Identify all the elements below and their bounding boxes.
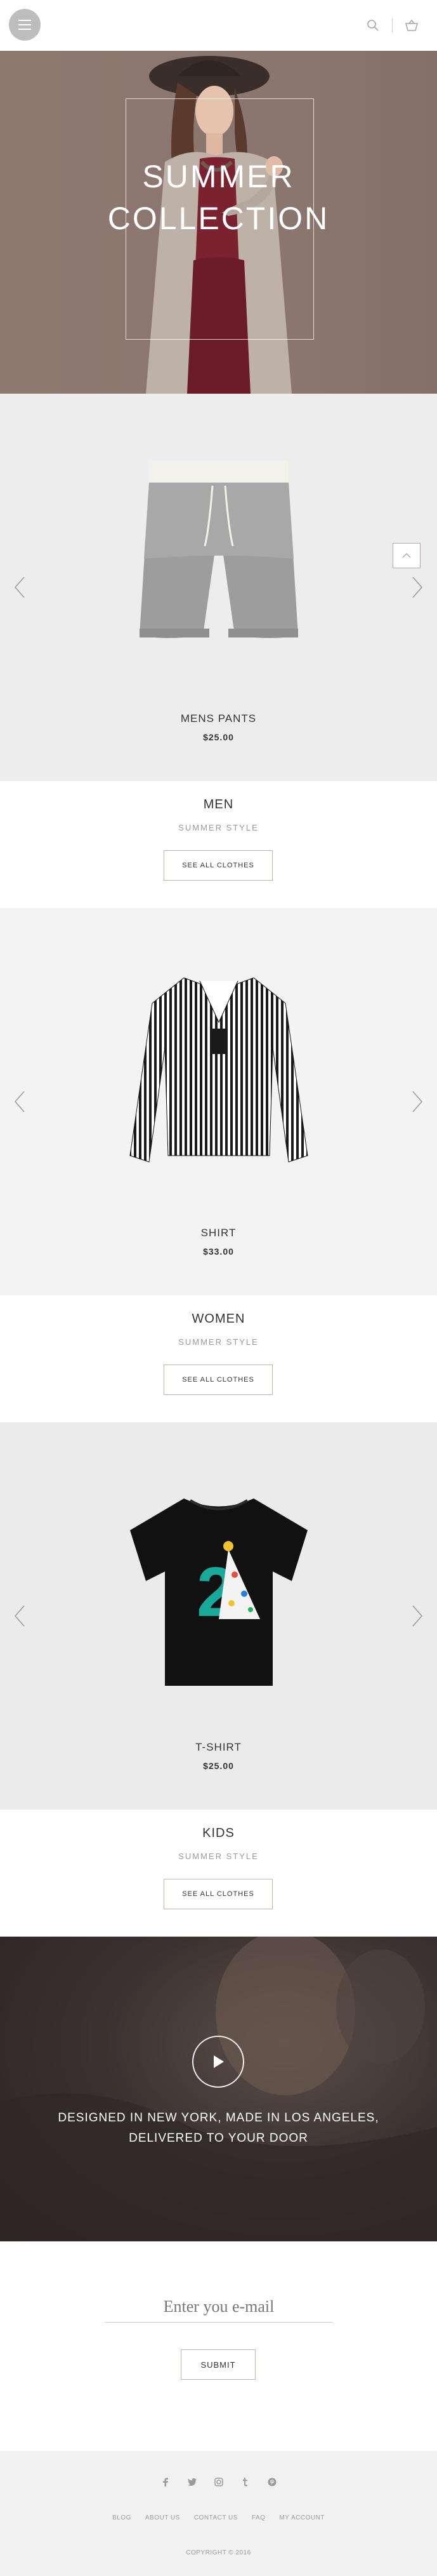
product-price: $25.00 [203, 732, 234, 742]
site-footer: BLOG ABOUT US CONTACT US FAQ MY ACCOUNT … [0, 2451, 437, 2576]
footer-link-about[interactable]: ABOUT US [145, 2514, 180, 2521]
product-image-pants[interactable] [124, 451, 314, 667]
submit-button[interactable]: SUBMIT [181, 2349, 256, 2380]
category-kids: KIDS SUMMER STYLE SEE ALL CLOTHES [0, 1810, 437, 1937]
slider-prev-arrow[interactable] [13, 575, 28, 600]
category-women: WOMEN SUMMER STYLE SEE ALL CLOTHES [0, 1295, 437, 1422]
footer-links: BLOG ABOUT US CONTACT US FAQ MY ACCOUNT [0, 2514, 437, 2521]
product-name[interactable]: T-SHIRT [0, 1741, 437, 1754]
hamburger-icon-bar [18, 29, 31, 30]
category-title: WOMEN [192, 1312, 245, 1326]
header-actions [365, 18, 419, 33]
slider-prev-arrow[interactable] [13, 1603, 28, 1629]
basket-icon[interactable] [404, 18, 419, 33]
copyright-text: COPYRIGHT © 2016 [186, 2549, 251, 2556]
product-image-tshirt[interactable]: 2 [124, 1479, 314, 1695]
hero-title-line1: SUMMER [142, 159, 295, 194]
footer-link-blog[interactable]: BLOG [112, 2514, 131, 2521]
slider-prev-arrow[interactable] [13, 1089, 28, 1114]
video-tagline: DESIGNED IN NEW YORK, MADE IN LOS ANGELE… [58, 2111, 379, 2145]
instagram-icon[interactable] [214, 2477, 224, 2487]
slider-next-arrow[interactable] [409, 1603, 424, 1629]
hero-title: SUMMER COLLECTION [0, 156, 437, 239]
product-name[interactable]: SHIRT [0, 1227, 437, 1239]
product-name[interactable]: MENS PANTS [0, 712, 437, 725]
hero-banner: SUMMER COLLECTION [0, 51, 437, 394]
hamburger-menu-button[interactable] [9, 9, 41, 41]
category-subtitle: SUMMER STYLE [178, 1337, 259, 1347]
see-all-clothes-button[interactable]: SEE ALL CLOTHES [164, 1365, 273, 1395]
site-header [0, 0, 437, 51]
header-divider [392, 18, 393, 32]
hamburger-icon-bar [18, 20, 31, 21]
product-price: $25.00 [203, 1761, 234, 1771]
category-men: MEN SUMMER STYLE SEE ALL CLOTHES [0, 781, 437, 908]
product-slider-kids: 2 T-SHIRT $25.00 [0, 1422, 437, 1810]
footer-link-faq[interactable]: FAQ [252, 2514, 266, 2521]
play-icon [214, 2055, 224, 2068]
hero-title-line2: COLLECTION [107, 201, 330, 236]
video-banner: DESIGNED IN NEW YORK, MADE IN LOS ANGELE… [0, 1937, 437, 2241]
email-field[interactable] [105, 2291, 333, 2323]
video-overlay [0, 1937, 437, 2241]
social-links [0, 2477, 437, 2487]
scroll-to-top-button[interactable] [393, 543, 421, 568]
category-title: MEN [203, 797, 234, 811]
category-title: KIDS [202, 1826, 235, 1840]
product-price: $33.00 [203, 1246, 234, 1257]
see-all-clothes-button[interactable]: SEE ALL CLOTHES [164, 1879, 273, 1909]
product-slider-women: SHIRT $33.00 [0, 908, 437, 1295]
see-all-clothes-button[interactable]: SEE ALL CLOTHES [164, 850, 273, 881]
product-slider-men: MENS PANTS $25.00 [0, 394, 437, 781]
pinterest-icon[interactable] [267, 2477, 277, 2487]
hamburger-icon-bar [18, 24, 31, 25]
footer-link-contact[interactable]: CONTACT US [194, 2514, 238, 2521]
product-image-shirt[interactable] [124, 965, 314, 1181]
subscribe-section: SUBMIT [0, 2241, 437, 2451]
facebook-icon[interactable] [160, 2477, 171, 2487]
category-subtitle: SUMMER STYLE [178, 1852, 259, 1861]
twitter-icon[interactable] [187, 2477, 197, 2487]
tumblr-icon[interactable] [240, 2477, 251, 2487]
search-icon[interactable] [365, 18, 381, 33]
slider-next-arrow[interactable] [409, 575, 424, 600]
play-button[interactable] [192, 2036, 244, 2088]
slider-next-arrow[interactable] [409, 1089, 424, 1114]
category-subtitle: SUMMER STYLE [178, 823, 259, 832]
footer-link-account[interactable]: MY ACCOUNT [279, 2514, 325, 2521]
